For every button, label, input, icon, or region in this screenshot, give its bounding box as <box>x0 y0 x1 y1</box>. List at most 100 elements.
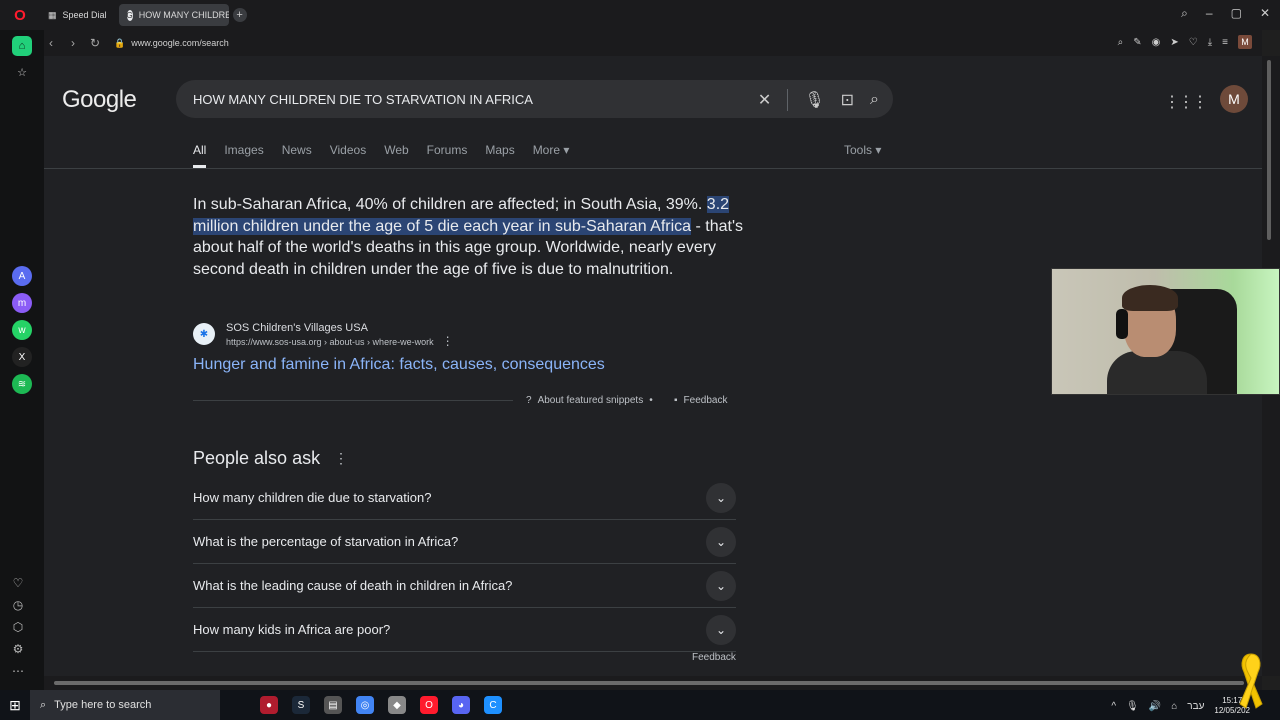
browser-sidebar: ⌂ ☆ A m w X ≋ ♡ ◷ ⬡ ⚙ ⋯ <box>0 30 44 690</box>
tab-forums[interactable]: Forums <box>427 143 468 168</box>
send-icon[interactable]: ➤ <box>1170 37 1178 48</box>
files-icon[interactable]: ▤ <box>324 696 342 714</box>
question-text: What is the percentage of starvation in … <box>193 534 459 549</box>
tools-button[interactable]: Tools ▾ <box>844 143 881 157</box>
star-icon[interactable]: ☆ <box>12 62 32 82</box>
more-options-icon[interactable]: ⋮ <box>334 450 348 467</box>
person-hair <box>1122 285 1178 311</box>
question-text: What is the leading cause of death in ch… <box>193 578 513 593</box>
url-field[interactable]: 🔒 www.google.com/search <box>114 38 229 49</box>
feedback-label: Feedback <box>683 395 728 406</box>
google-logo[interactable]: Google <box>62 86 137 114</box>
paa-question[interactable]: What is the leading cause of death in ch… <box>193 564 736 608</box>
more-options-icon[interactable]: ⋮ <box>442 334 454 348</box>
chevron-down-icon[interactable]: ⌄ <box>706 526 736 557</box>
maximize-button[interactable]: ▢ <box>1231 6 1242 21</box>
site-favicon-icon: ✱ <box>193 323 215 345</box>
source-url: https://www.sos-usa.org › about-us › whe… <box>226 336 434 347</box>
download-icon[interactable]: ⤓ <box>1208 37 1212 48</box>
clear-icon[interactable]: ✕ <box>758 90 771 110</box>
snippet-source[interactable]: ✱ SOS Children's Villages USA https://ww… <box>193 320 454 348</box>
opera-icon[interactable]: O <box>420 696 438 714</box>
search-input[interactable] <box>193 91 733 107</box>
feedback-link[interactable]: Feedback <box>692 652 736 663</box>
tab-videos[interactable]: Videos <box>330 143 366 168</box>
taskbar-search[interactable]: ⌕ Type here to search <box>30 690 220 720</box>
app-icon[interactable]: ◆ <box>388 696 406 714</box>
close-window-button[interactable]: ✕ <box>1260 6 1270 21</box>
forward-button[interactable]: › <box>62 36 84 50</box>
tab-google-search[interactable]: G HOW MANY CHILDREN D <box>118 4 229 26</box>
opera-logo-icon[interactable]: O <box>0 0 40 30</box>
chevron-down-icon[interactable]: ⌄ <box>706 614 736 645</box>
edit-icon[interactable]: ✎ <box>1133 37 1141 48</box>
chevron-down-icon[interactable]: ⌄ <box>706 570 736 601</box>
network-icon[interactable]: ⌂ <box>1171 701 1177 712</box>
tab-speed-dial[interactable]: ▦ Speed Dial <box>40 4 115 26</box>
heart-icon[interactable]: ♡ <box>13 576 24 590</box>
settings-icon[interactable]: ⚙ <box>13 642 24 656</box>
search-tabs-icon[interactable]: ⌕ <box>1181 6 1188 21</box>
reload-button[interactable]: ↻ <box>84 36 106 50</box>
heart-icon[interactable]: ♡ <box>1189 37 1198 48</box>
minimize-button[interactable]: – <box>1206 6 1213 21</box>
scroll-thumb[interactable] <box>1267 60 1271 240</box>
featured-snippet: In sub-Saharan Africa, 40% of children a… <box>193 194 753 280</box>
about-snippets-link[interactable]: ? About featured snippets • <box>526 395 653 406</box>
whatsapp-icon[interactable]: w <box>12 320 32 340</box>
tab-web[interactable]: Web <box>384 143 408 168</box>
address-actions: ⌕ ✎ ◉ ➤ ♡ ⤓ ≡ M <box>1118 35 1252 49</box>
windows-start-icon[interactable]: ⊞ <box>0 697 30 714</box>
c-app-icon[interactable]: C <box>484 696 502 714</box>
camera-icon[interactable]: ◉ <box>1152 37 1161 48</box>
home-icon[interactable]: ⌂ <box>12 36 32 56</box>
x-icon[interactable]: X <box>12 347 32 367</box>
taskbar-search-placeholder: Type here to search <box>54 699 152 711</box>
steam-icon[interactable]: S <box>292 696 310 714</box>
menu-icon[interactable]: ≡ <box>1222 37 1228 48</box>
tab-all[interactable]: All <box>193 143 207 168</box>
tab-images[interactable]: Images <box>224 143 263 168</box>
messenger-icon[interactable]: m <box>12 293 32 313</box>
snippet-text: In sub-Saharan Africa, 40% of children a… <box>193 196 707 213</box>
windows-taskbar: ⊞ ⌕ Type here to search ● S ▤ ◎ ◆ O ◕ C … <box>0 690 1280 720</box>
apps-grid-icon[interactable]: ⋮⋮⋮ <box>1164 92 1208 112</box>
tab-news[interactable]: News <box>282 143 312 168</box>
dot-separator: • <box>649 395 653 406</box>
more-icon[interactable]: ⋯ <box>12 664 24 678</box>
scroll-thumb[interactable] <box>54 681 1244 685</box>
chevron-up-icon[interactable]: ^ <box>1111 701 1116 712</box>
question-text: How many children die due to starvation? <box>193 490 432 505</box>
chevron-down-icon[interactable]: ⌄ <box>706 482 736 513</box>
chrome-icon[interactable]: ◎ <box>356 696 374 714</box>
new-tab-button[interactable]: + <box>232 8 247 22</box>
yellow-ribbon-icon <box>1239 653 1263 709</box>
zoom-icon[interactable]: ⌕ <box>1118 37 1124 48</box>
feedback-link[interactable]: ▪ Feedback <box>674 395 727 406</box>
volume-icon[interactable]: 🔊 <box>1149 701 1161 712</box>
spotify-icon[interactable]: ≋ <box>12 374 32 394</box>
people-also-ask-title: People also ask <box>193 448 321 468</box>
address-bar: ‹ › ↻ 🔒 www.google.com/search ⌕ ✎ ◉ ➤ ♡ … <box>40 30 1262 56</box>
horizontal-scrollbar[interactable] <box>44 676 1262 690</box>
aria-icon[interactable]: A <box>12 266 32 286</box>
paa-question[interactable]: What is the percentage of starvation in … <box>193 520 736 564</box>
obs-icon[interactable]: ● <box>260 696 278 714</box>
avatar[interactable]: M <box>1220 85 1248 113</box>
paa-question[interactable]: How many children die due to starvation?… <box>193 476 736 520</box>
extensions-icon[interactable]: ⬡ <box>13 620 23 634</box>
screen: O ▦ Speed Dial G HOW MANY CHILDREN D + ⌕… <box>0 0 1280 720</box>
microphone-icon[interactable]: 🎙 <box>804 90 824 110</box>
profile-icon[interactable]: M <box>1238 35 1252 49</box>
tab-maps[interactable]: Maps <box>485 143 514 168</box>
discord-icon[interactable]: ◕ <box>452 696 470 714</box>
search-box: ✕ 🎙 ⊡ ⌕ <box>176 80 893 118</box>
history-icon[interactable]: ◷ <box>13 598 23 612</box>
tab-more[interactable]: More ▾ <box>533 143 570 168</box>
lens-icon[interactable]: ⊡ <box>841 90 854 110</box>
language-indicator[interactable]: עבר <box>1187 701 1204 712</box>
paa-question[interactable]: How many kids in Africa are poor? ⌄ <box>193 608 736 652</box>
microphone-icon[interactable]: 🎙 <box>1126 701 1139 712</box>
result-link[interactable]: Hunger and famine in Africa: facts, caus… <box>193 356 605 374</box>
search-icon[interactable]: ⌕ <box>870 91 879 109</box>
